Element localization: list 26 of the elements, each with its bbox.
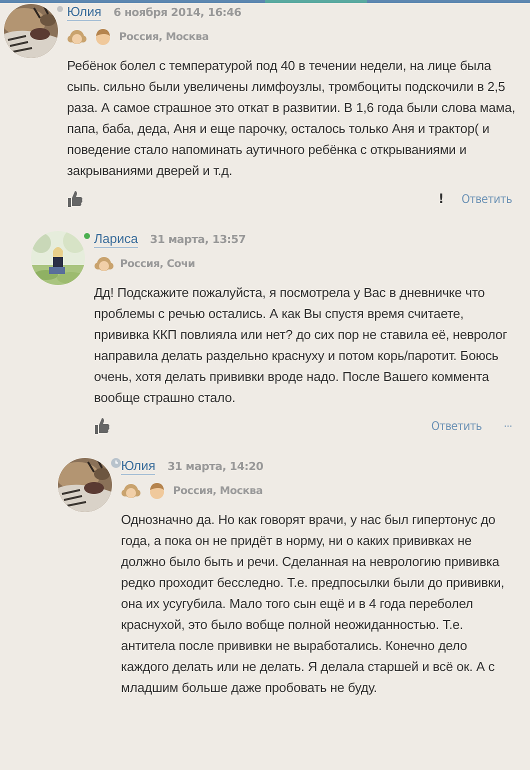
girl-icon [67,27,87,47]
thumbs-up-icon[interactable] [94,417,110,435]
comment-text: Однозначно да. Но как говорят врачи, у нас был гипертонус до года, а пока он не придёт в норму, ни о каких прививках не должно было быть и речи. Сделанная на неврологию прививка редко проходит бесследно. Т.е. предпосылки были до прививки, она их усугубила. Мало того сын ещё и в 4 года переболел краснухой, это было вобще полной неожиданностью. Т.е. антитела после прививки не выработались. Конечно дело каждого делать или не делать. Я делала старшей и всё ок. А с младшим больше даже пробовать не буду. [121,511,506,697]
boy-icon [147,481,167,501]
reply-link[interactable]: Ответить [431,419,482,433]
girl-icon [94,254,114,274]
more-button[interactable]: ··· [504,420,512,432]
boy-icon [93,27,113,47]
offline-dot [57,6,63,12]
thumbs-up-icon[interactable] [67,190,83,208]
author-link[interactable]: Юлия [67,4,102,21]
location-text: Россия, Сочи [120,258,195,270]
comment-date: 31 марта, 13:57 [150,233,246,246]
comment-text: Ребёнок болел с температурой под 40 в течении недели, на лице была сыпь. сильно были увеличены лимфоузлы, тромбоциты подскочили в 2,5 раза. А самое страшное это откат в развитии. В 1,6 года были слова мама, папа, баба, деда, Аня и еще парочку, осталось только Аня и трактор( и поведение стало напоминать аутичного ребёнка с открываниями и закрываниями дверей и т.д. [67,57,516,180]
reply-link[interactable]: Ответить [461,192,512,206]
comment-date: 6 ноября 2014, 16:46 [113,6,242,19]
report-button[interactable]: ! [438,192,444,206]
comment-text: Дд! Подскажите пожалуйста, я посмотрела у Вас в дневничке что проблемы с речью остались. А как Вы спустя время считаете, прививка ККП повлияла или нет? до сих пор не ставила её, невролог направила делать раздельно краснуху и потом корь/паротит. Боюсь очень, хотя делать прививки вроде надо. После Вашего коммента вообще страшно стало. [94,284,508,407]
clock-icon [111,458,121,468]
online-dot [84,233,90,239]
author-link[interactable]: Лариса [94,231,138,248]
girl-icon [121,481,141,501]
comment-date: 31 марта, 14:20 [167,460,264,473]
location-text: Россия, Москва [173,485,263,497]
author-link[interactable]: Юлия [121,458,156,475]
location-text: Россия, Москва [119,31,209,43]
